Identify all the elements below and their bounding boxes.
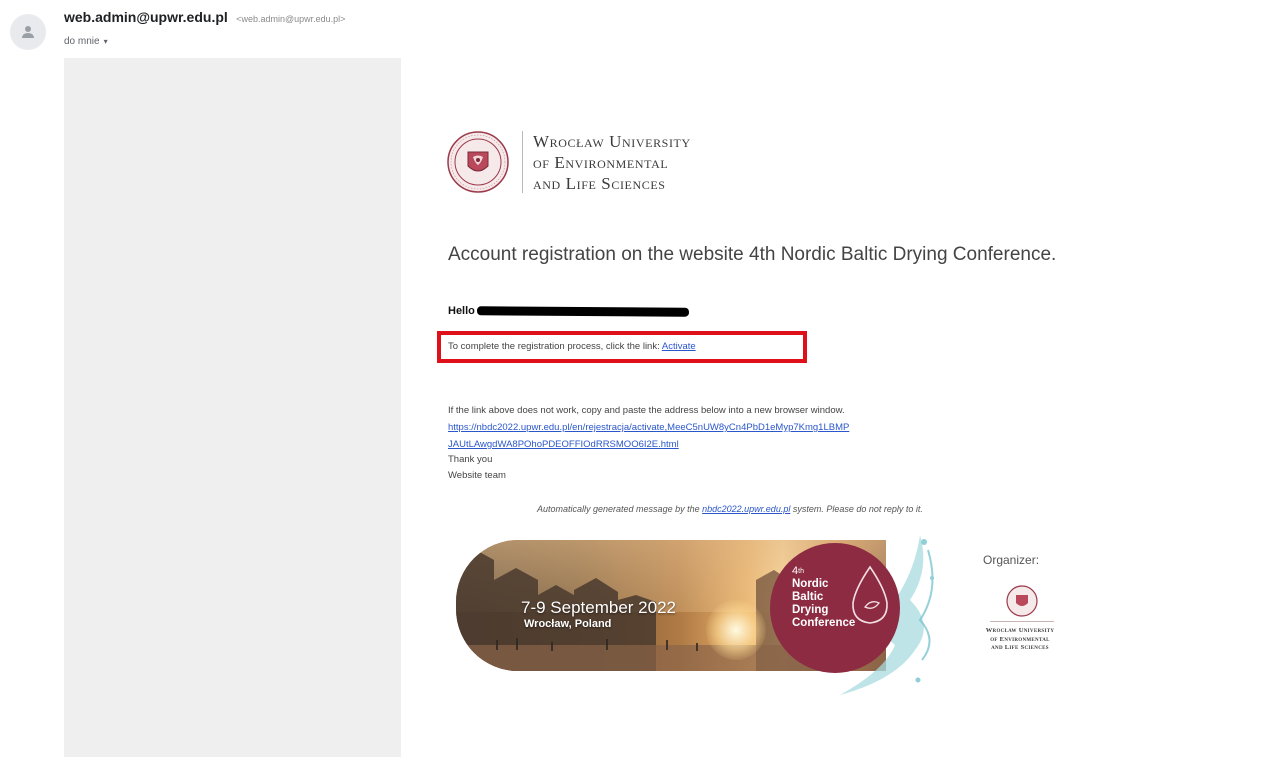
university-name: Wrocław University of Environmental and … [533,131,691,194]
conference-location: Wrocław, Poland [524,618,612,630]
signature-text: Website team [448,470,506,481]
org-line: Wrocław University [985,627,1055,634]
activate-text: To complete the registration process, cl… [448,341,662,352]
sender-block: web.admin@upwr.edu.pl <web.admin@upwr.ed… [64,10,345,26]
sender-avatar[interactable] [10,14,46,50]
activate-link[interactable]: Activate [662,341,696,352]
activate-instruction: To complete the registration process, cl… [448,341,696,352]
edition-suffix: th [798,568,804,575]
sender-email: <web.admin@upwr.edu.pl> [236,14,346,24]
logo-line: and Life Sciences [533,173,666,193]
fallback-instruction: If the link above does not work, copy an… [448,405,845,416]
organizer-university-name: Wrocław University of Environmental and … [960,627,1080,653]
email-heading: Account registration on the website 4th … [448,244,1057,265]
activation-url-line-1[interactable]: https://nbdc2022.upwr.edu.pl/en/rejestra… [448,422,849,433]
auto-suffix: system. Please do not reply to it. [790,504,923,514]
greeting-text: Hello [448,305,475,317]
conference-dates: 7-9 September 2022 [521,598,676,617]
banner-sun-glow [706,600,766,660]
organizer-label: Organizer: [983,553,1040,567]
organizer-divider [990,621,1054,622]
logo-line: of Environmental [533,152,669,172]
university-seal-icon [447,131,509,193]
chevron-down-icon: ▾ [103,37,108,46]
org-line: and Life Sciences [991,644,1049,651]
university-seal-icon [1006,585,1038,617]
recipient-label: do mnie [64,36,100,47]
university-logo: Wrocław University of Environmental and … [446,130,691,194]
auto-site-link[interactable]: nbdc2022.upwr.edu.pl [702,504,790,514]
redaction-bar [476,305,689,317]
auto-prefix: Automatically generated message by the [537,504,703,514]
logo-line: Wrocław University [533,131,691,151]
person-icon [22,26,34,38]
org-line: of Environmental [990,635,1050,643]
auto-generated-notice: Automatically generated message by the n… [537,504,923,514]
recipient-details-toggle[interactable]: do mnie ▾ [64,36,108,47]
thanks-text: Thank you [448,454,493,465]
logo-divider [522,131,523,193]
water-drop-icon [852,565,888,624]
greeting: Hello [448,305,689,317]
activation-url-line-2[interactable]: JAUtLAwgdWA8POhoPDEOFFIOdRRSMOO6I2E.html [448,439,679,450]
sender-name[interactable]: web.admin@upwr.edu.pl [64,9,228,25]
